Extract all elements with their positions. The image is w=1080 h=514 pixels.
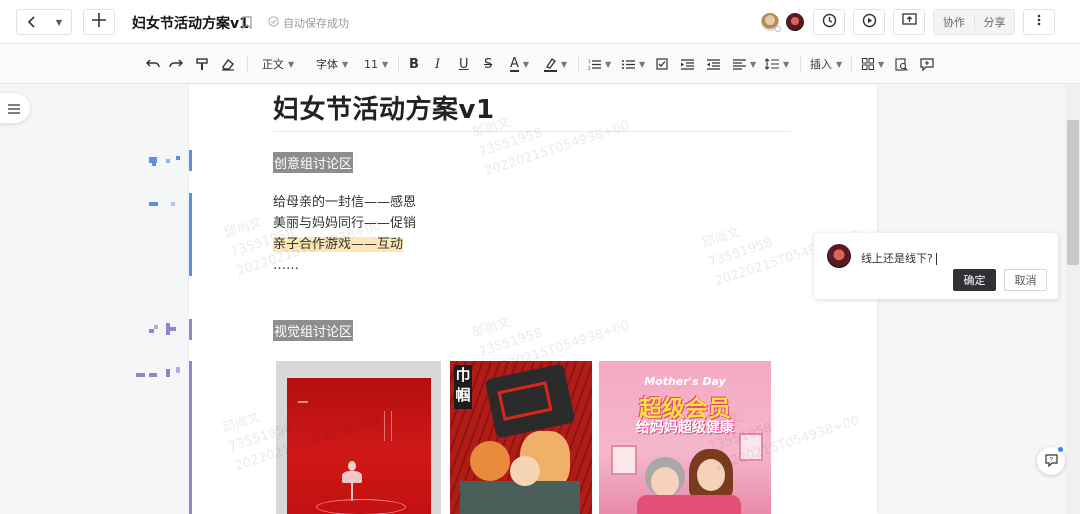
collab-button[interactable]: 协作 [934,14,974,30]
indent-decrease-icon[interactable] [707,55,720,73]
export-button[interactable] [893,9,925,35]
table-grid-icon[interactable]: ▼ [862,55,884,73]
history-button[interactable] [813,9,845,35]
help-icon: ? [1044,452,1058,471]
poster-image-2[interactable]: 巾 帼 [450,361,592,514]
find-replace-icon[interactable] [895,55,908,73]
section-heading-visual[interactable]: 视觉组讨论区 [273,320,354,341]
italic-icon[interactable]: I [435,55,440,73]
save-status: 自动保存成功 [268,15,349,31]
cancel-button[interactable]: 取消 [1004,269,1047,291]
format-painter-icon[interactable] [196,55,208,73]
collab-share-group: 协作 分享 [933,9,1015,35]
strikethrough-icon[interactable]: S [484,55,492,73]
checklist-icon[interactable] [656,55,668,73]
more-vertical-icon [1037,14,1041,30]
bold-icon[interactable]: B [409,55,419,73]
share-screen-icon [901,13,917,31]
undo-icon[interactable] [146,55,160,73]
font-size-select[interactable]: 11 ▼ [364,55,388,73]
doc-title[interactable]: 妇女节活动方案v1 [132,13,249,33]
document-title[interactable]: 妇女节活动方案v1 [273,89,495,126]
scrollbar-thumb[interactable] [1067,120,1079,265]
avatar-status-dot [775,26,781,32]
plus-icon [92,13,106,31]
format-toolbar: 正文 ▼ 字体 ▼ 11 ▼ B I U S A ▼ ▼ 1 2 ▼ ▼ ▼ ▼ 插入 ▼ ▼ [0,44,1080,84]
check-circle-icon [268,16,279,30]
more-button[interactable] [1023,9,1055,35]
eraser-icon[interactable] [221,55,235,73]
editor-canvas: 妇女节活动方案v1 创意组讨论区 给母亲的一封信——感恩 美丽与妈妈同行——促销… [0,85,1080,514]
back-button-group: ▼ [16,9,72,35]
indent-increase-icon[interactable] [681,55,694,73]
comment-card: 线上还是线下? 确定 取消 [814,233,1058,299]
divider [578,57,579,71]
line-spacing-icon[interactable]: ▼ [765,55,789,73]
menu-icon [8,99,20,118]
divider [800,57,801,71]
commenter-avatar [827,244,851,268]
redo-icon[interactable] [169,55,183,73]
collaborator-avatar-2[interactable] [786,13,804,31]
svg-text:1: 1 [588,59,591,64]
bullet-list-icon[interactable]: ▼ [622,55,645,73]
edit-marker [189,193,192,276]
svg-text:2: 2 [588,66,591,70]
history-dropdown-icon[interactable]: ▼ [47,18,71,27]
play-icon [862,13,877,32]
font-family-select[interactable]: 字体 ▼ [316,55,348,73]
underline-icon[interactable]: U [459,55,469,73]
divider [247,57,248,71]
divider [851,57,852,71]
new-doc-button[interactable] [83,9,115,35]
highlight-color-icon[interactable]: ▼ [544,55,567,73]
clock-history-icon [822,13,837,32]
poster-2-label: 巾 帼 [454,365,472,409]
notification-dot [1058,447,1063,452]
paragraph-style-select[interactable]: 正文 ▼ [262,55,294,73]
font-color-icon[interactable]: A ▼ [510,55,529,73]
confirm-button[interactable]: 确定 [953,269,996,291]
edit-marker [189,319,192,340]
section-heading-creative[interactable]: 创意组讨论区 [273,152,354,173]
svg-text:?: ? [1049,456,1053,463]
divider [398,57,399,71]
ordered-list-icon[interactable]: 1 2 ▼ [588,55,611,73]
insert-menu[interactable]: 插入 ▼ [810,55,842,73]
present-button[interactable] [853,9,885,35]
add-comment-icon[interactable] [920,55,934,73]
comment-input[interactable]: 线上还是线下? [861,250,937,266]
back-icon[interactable] [17,16,47,28]
edit-marker [189,150,192,171]
share-button[interactable]: 分享 [974,14,1014,30]
outline-toggle-button[interactable] [0,93,30,123]
align-icon[interactable]: ▼ [733,55,756,73]
top-bar: ▼ 妇女节活动方案v1 自动保存成功 协作 分享 [0,0,1080,44]
edit-marker [189,361,192,514]
bookmark-icon[interactable] [242,14,252,33]
